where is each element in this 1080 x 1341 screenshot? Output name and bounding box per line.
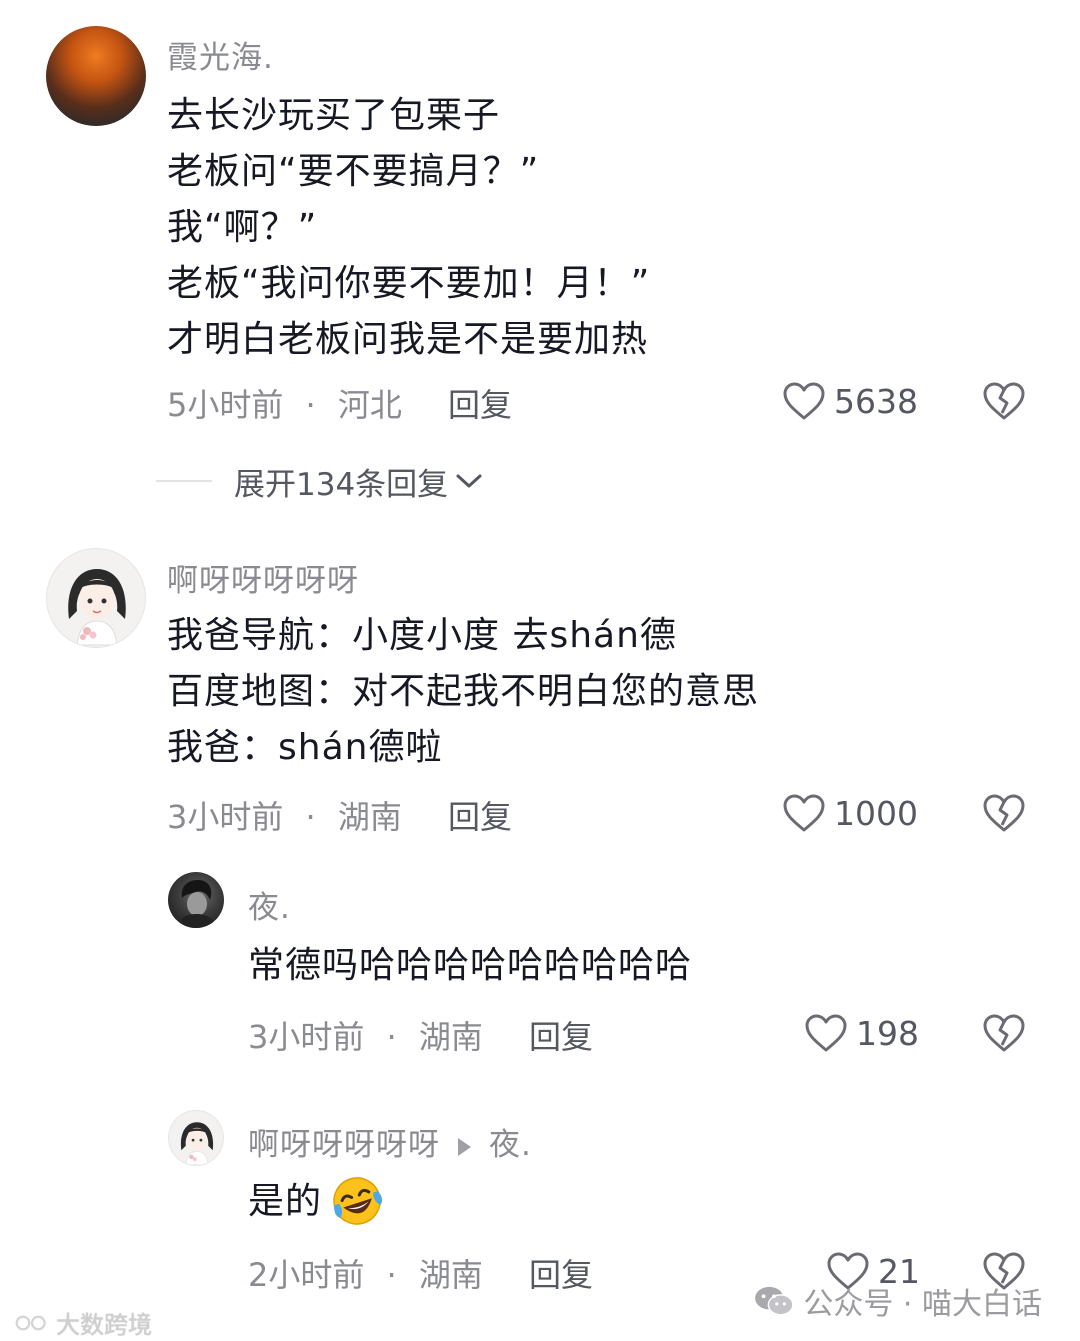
boy-avatar-icon — [178, 880, 216, 928]
expand-replies-button[interactable]: 展开134条回复 — [156, 458, 484, 504]
comment-text-line: 百度地图：对不起我不明白您的意思 — [167, 671, 760, 712]
heart-outline-icon — [783, 382, 825, 420]
like-button[interactable]: 5638 — [782, 379, 918, 423]
avatar[interactable] — [46, 26, 146, 126]
comment-text-line: 才明白老板问我是不是要加热 — [167, 319, 649, 360]
comment-text-line: 老板问“要不要搞月？” — [167, 151, 540, 192]
comment-text-line: 我爸：shán德啦 — [167, 727, 443, 768]
comment-text-line: 老板“我问你要不要加！月！” — [167, 263, 651, 304]
avatar[interactable] — [46, 548, 146, 648]
expand-replies-label: 展开134条回复 — [234, 466, 449, 503]
watermark-text: 大数跨境 — [56, 1311, 152, 1339]
divider — [156, 480, 212, 482]
broken-heart-icon[interactable] — [982, 381, 1026, 421]
meta-separator: · — [386, 1256, 397, 1294]
comment-username[interactable]: 啊呀呀呀呀呀 — [167, 555, 359, 600]
reply-username-line: 啊呀呀呀呀呀 夜. — [248, 1119, 532, 1164]
reply-button[interactable]: 回复 — [448, 380, 512, 426]
avatar[interactable] — [168, 1110, 224, 1166]
reply-time: 3小时前 — [248, 1018, 365, 1056]
reply-text: 是的 — [248, 1181, 323, 1222]
wechat-icon — [755, 1286, 794, 1316]
like-button[interactable]: 1000 — [782, 791, 918, 835]
reply-username[interactable]: 啊呀呀呀呀呀 — [248, 1127, 440, 1163]
reply-to-arrow-icon — [458, 1137, 471, 1156]
reply-to-username[interactable]: 夜. — [489, 1127, 532, 1163]
meta-separator: · — [386, 1018, 397, 1056]
broken-heart-icon[interactable] — [982, 793, 1026, 833]
watermark-brand: 大数跨境 — [14, 1305, 152, 1340]
comment-time: 5小时前 — [167, 386, 284, 424]
avatar[interactable] — [168, 872, 224, 928]
watermark-text: 公众号 · 喵大白话 — [803, 1287, 1042, 1322]
reply-location: 湖南 — [418, 1018, 483, 1056]
reply-button[interactable]: 回复 — [529, 1250, 593, 1296]
heart-outline-icon — [805, 1014, 847, 1052]
reply-text: 常德吗哈哈哈哈哈哈哈哈哈 — [248, 945, 693, 986]
chevron-down-icon — [456, 474, 482, 488]
watermark-wechat: 公众号 · 喵大白话 — [753, 1279, 1042, 1323]
meta-separator: · — [305, 386, 316, 424]
reply-username[interactable]: 夜. — [248, 882, 291, 927]
comment-meta: 3小时前 · 湖南 — [167, 792, 402, 838]
reply-button[interactable]: 回复 — [448, 792, 512, 838]
reply-time: 2小时前 — [248, 1256, 365, 1294]
laughing-crying-emoji-icon — [333, 1177, 383, 1225]
comment-time: 3小时前 — [167, 798, 284, 836]
like-count: 1000 — [834, 793, 918, 833]
broken-heart-icon[interactable] — [982, 1013, 1026, 1053]
comment-location: 河北 — [337, 386, 402, 424]
reply-meta: 2小时前 · 湖南 — [248, 1250, 483, 1296]
like-button[interactable]: 198 — [804, 1011, 919, 1055]
like-count: 5638 — [834, 381, 918, 421]
girl-avatar-icon — [180, 1122, 214, 1165]
heart-outline-icon — [783, 794, 825, 832]
reply-location: 湖南 — [418, 1256, 483, 1294]
comment-text-line: 去长沙玩买了包栗子 — [167, 95, 501, 136]
comment-text-line: 我爸导航：小度小度 去shán德 — [167, 615, 677, 656]
comment-meta: 5小时前 · 河北 — [167, 380, 402, 426]
reply-button[interactable]: 回复 — [529, 1012, 593, 1058]
meta-separator: · — [305, 798, 316, 836]
reply-meta: 3小时前 · 湖南 — [248, 1012, 483, 1058]
comment-location: 湖南 — [337, 798, 402, 836]
comment-text-line: 我“啊？” — [167, 207, 318, 248]
like-count: 198 — [856, 1013, 919, 1053]
brand-logo-icon — [15, 1315, 46, 1330]
comment-username[interactable]: 霞光海. — [167, 32, 274, 77]
girl-avatar-icon — [68, 569, 126, 646]
